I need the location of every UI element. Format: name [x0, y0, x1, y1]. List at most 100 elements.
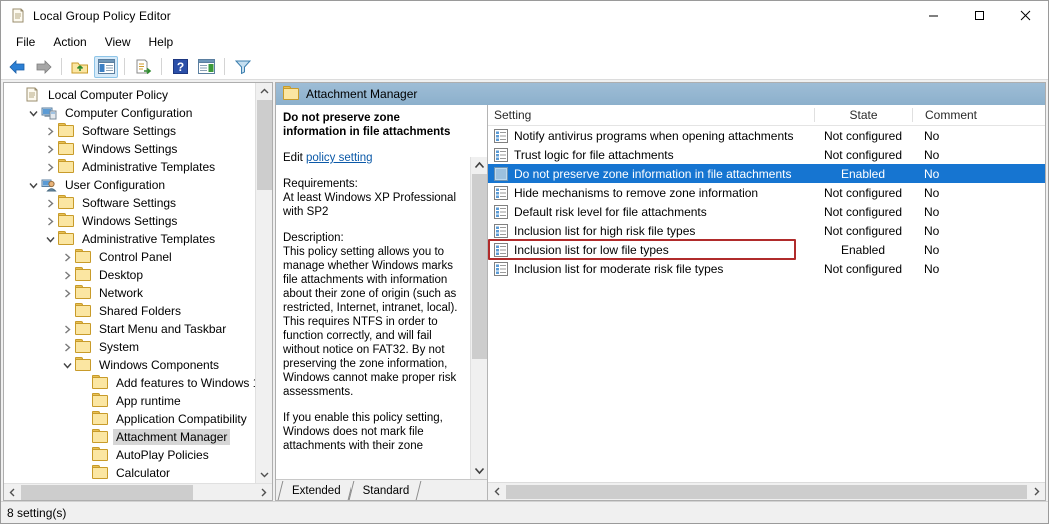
back-icon: [8, 59, 24, 74]
tree-twisty[interactable]: [42, 126, 58, 136]
minimize-button[interactable]: [910, 1, 956, 30]
scroll-left-arrow-icon[interactable]: [488, 483, 506, 501]
list-hscroll-thumb[interactable]: [506, 484, 1027, 499]
settings-list[interactable]: Notify antivirus programs when opening a…: [488, 126, 1045, 482]
tree-item-local-computer-policy[interactable]: Local Computer Policy: [4, 86, 272, 104]
tab-extended[interactable]: Extended: [280, 481, 351, 500]
tree-twisty[interactable]: [42, 162, 58, 172]
show-hide-action-pane-button[interactable]: [194, 56, 218, 78]
table-row[interactable]: Hide mechanisms to remove zone informati…: [488, 183, 1045, 202]
menu-file[interactable]: File: [7, 32, 44, 52]
menu-help[interactable]: Help: [140, 32, 183, 52]
tree-twisty[interactable]: [59, 252, 75, 262]
menu-view[interactable]: View: [96, 32, 140, 52]
tree-twisty[interactable]: [25, 109, 41, 118]
list-hscroll-track[interactable]: [506, 483, 1027, 501]
table-row[interactable]: Do not preserve zone information in file…: [488, 164, 1045, 183]
tree-item-shared-folders[interactable]: Shared Folders: [4, 302, 272, 320]
tree-view[interactable]: Local Computer Policy Computer Configurat…: [4, 83, 272, 483]
setting-name-label: Trust logic for file attachments: [514, 147, 674, 162]
policy-setting-link[interactable]: policy setting: [306, 152, 372, 164]
scroll-up-arrow-icon[interactable]: [256, 83, 273, 100]
table-row[interactable]: Trust logic for file attachments Not conf…: [488, 145, 1045, 164]
back-button[interactable]: [5, 56, 29, 78]
scroll-down-arrow-icon[interactable]: [256, 466, 273, 483]
tree-twisty[interactable]: [42, 144, 58, 154]
show-hide-console-tree-button[interactable]: [94, 55, 118, 78]
tree-twisty[interactable]: [59, 270, 75, 280]
menu-action[interactable]: Action: [44, 32, 95, 52]
tree-item-user-configuration[interactable]: User Configuration: [4, 176, 272, 194]
folder-icon: [75, 267, 91, 283]
tree-item-add-features-to-windows-10[interactable]: Add features to Windows 10: [4, 374, 272, 392]
tree-item-app-runtime[interactable]: App runtime: [4, 392, 272, 410]
table-row[interactable]: Inclusion list for high risk file types N…: [488, 221, 1045, 240]
tree-scroll-thumb[interactable]: [256, 100, 272, 190]
scroll-down-arrow-icon[interactable]: [471, 462, 488, 479]
help-button[interactable]: ?: [168, 56, 192, 78]
scroll-left-arrow-icon[interactable]: [4, 484, 21, 501]
column-header-state[interactable]: State: [814, 108, 912, 122]
scroll-up-arrow-icon[interactable]: [471, 157, 488, 174]
tree-item-calculator[interactable]: Calculator: [4, 464, 272, 482]
list-horizontal-scrollbar[interactable]: [488, 482, 1045, 500]
tree-scroll-track[interactable]: [256, 100, 273, 466]
tree-item-application-compatibility[interactable]: Application Compatibility: [4, 410, 272, 428]
maximize-button[interactable]: [956, 1, 1002, 30]
tree-item-control-panel[interactable]: Control Panel: [4, 248, 272, 266]
tree-hscroll-track[interactable]: [21, 484, 255, 501]
filter-button[interactable]: [231, 56, 255, 78]
tree-item-windows-components[interactable]: Windows Components: [4, 356, 272, 374]
policy-setting-icon: [494, 147, 508, 162]
close-button[interactable]: [1002, 1, 1048, 30]
description-scroll-area[interactable]: Do not preserve zone information in file…: [276, 105, 487, 479]
tree-item-system[interactable]: System: [4, 338, 272, 356]
tree-twisty[interactable]: [59, 361, 75, 370]
tree-hscroll-thumb[interactable]: [21, 484, 193, 500]
tree-item-start-menu-and-taskbar[interactable]: Start Menu and Taskbar: [4, 320, 272, 338]
tree-twisty[interactable]: [42, 198, 58, 208]
tree-item-computer-configuration[interactable]: Computer Configuration: [4, 104, 272, 122]
table-row[interactable]: Default risk level for file attachments N…: [488, 202, 1045, 221]
description-scroll-thumb[interactable]: [471, 174, 487, 359]
folder-icon: [92, 375, 108, 391]
tree-item-administrative-templates[interactable]: Administrative Templates: [4, 158, 272, 176]
tree-item-windows-settings[interactable]: Windows Settings: [4, 212, 272, 230]
table-row[interactable]: Notify antivirus programs when opening a…: [488, 126, 1045, 145]
tree-twisty[interactable]: [25, 181, 41, 190]
table-row[interactable]: Inclusion list for moderate risk file ty…: [488, 259, 1045, 278]
tree-twisty[interactable]: [59, 342, 75, 352]
computer-icon: [41, 105, 57, 121]
tree-twisty[interactable]: [59, 288, 75, 298]
tab-standard[interactable]: Standard: [350, 481, 420, 500]
tree-item-network[interactable]: Network: [4, 284, 272, 302]
table-row[interactable]: Inclusion list for low file types Enabled…: [488, 240, 1045, 259]
svg-text:?: ?: [176, 60, 183, 74]
tree-item-autoplay-policies[interactable]: AutoPlay Policies: [4, 446, 272, 464]
tree-item-desktop[interactable]: Desktop: [4, 266, 272, 284]
tree-item-software-settings[interactable]: Software Settings: [4, 122, 272, 140]
column-header-comment[interactable]: Comment: [912, 108, 1045, 122]
tree-twisty[interactable]: [59, 324, 75, 334]
tree-twisty[interactable]: [42, 235, 58, 244]
scroll-right-arrow-icon[interactable]: [255, 484, 272, 501]
forward-button[interactable]: [31, 56, 55, 78]
description-scroll-track[interactable]: [471, 174, 488, 462]
tree-item-attachment-manager[interactable]: Attachment Manager: [4, 428, 272, 446]
chevron-right-icon: [47, 162, 54, 172]
tree-item-windows-settings[interactable]: Windows Settings: [4, 140, 272, 158]
tree-twisty[interactable]: [42, 216, 58, 226]
folder-icon: [92, 429, 108, 445]
column-header-setting[interactable]: Setting: [488, 108, 814, 122]
chevron-right-icon: [47, 198, 54, 208]
folder-icon: [75, 339, 91, 355]
tree-vertical-scrollbar[interactable]: [255, 83, 272, 483]
tree-horizontal-scrollbar[interactable]: [4, 483, 272, 500]
up-one-level-button[interactable]: [68, 56, 92, 78]
description-vertical-scrollbar[interactable]: [470, 157, 487, 479]
scroll-right-arrow-icon[interactable]: [1027, 483, 1045, 501]
chevron-right-icon: [64, 252, 71, 262]
export-list-button[interactable]: [131, 56, 155, 78]
tree-item-software-settings[interactable]: Software Settings: [4, 194, 272, 212]
tree-item-administrative-templates[interactable]: Administrative Templates: [4, 230, 272, 248]
